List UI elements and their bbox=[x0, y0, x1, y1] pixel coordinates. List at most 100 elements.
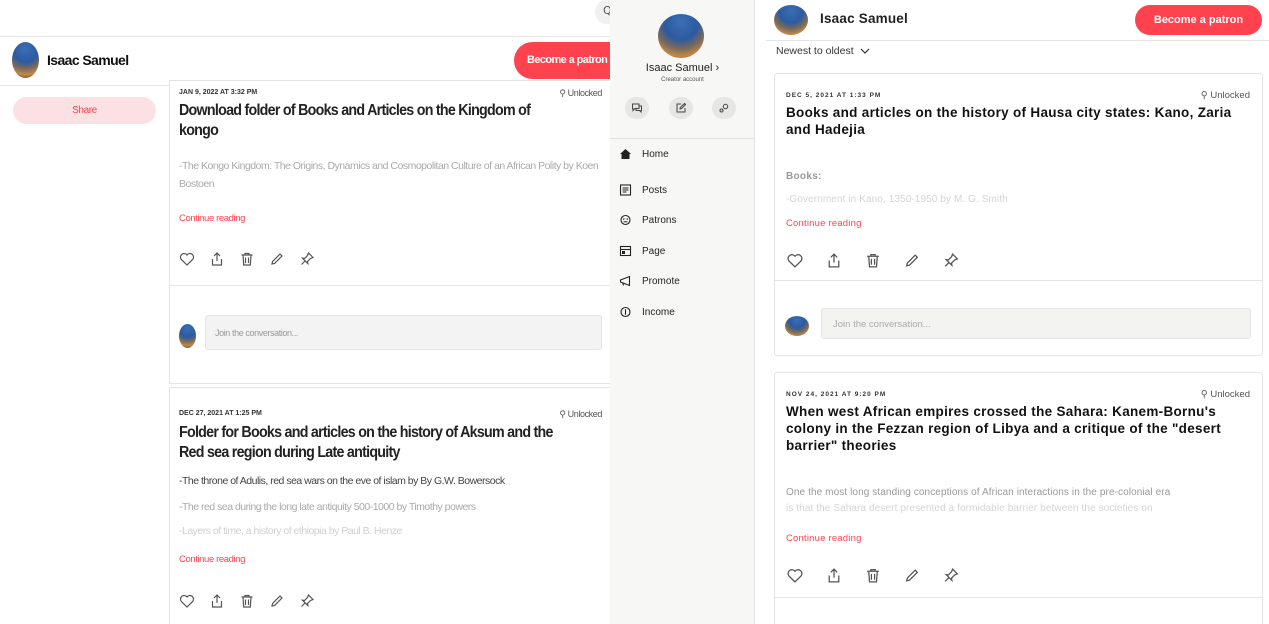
post-actions bbox=[179, 593, 315, 609]
continue-reading-link[interactable]: Continue reading bbox=[786, 218, 862, 229]
divider bbox=[775, 597, 1262, 598]
continue-reading-link[interactable]: Continue reading bbox=[786, 533, 862, 544]
post-date: NOV 24, 2021 AT 9:20 PM bbox=[786, 391, 887, 398]
creator-account-switcher[interactable]: Isaac Samuel › bbox=[610, 62, 755, 74]
like-icon[interactable] bbox=[179, 593, 195, 609]
messages-button[interactable] bbox=[625, 97, 649, 119]
nav-item-posts[interactable]: Posts bbox=[619, 184, 667, 196]
unlocked-badge: ⚲ Unlocked bbox=[1200, 389, 1250, 400]
sort-dropdown[interactable]: Newest to oldest bbox=[776, 45, 870, 57]
like-icon[interactable] bbox=[786, 567, 804, 584]
right-pane: Isaac Samuel Become a patron Newest to o… bbox=[756, 0, 1269, 624]
pin-icon[interactable] bbox=[942, 252, 960, 269]
comment-input[interactable]: Join the conversation... bbox=[821, 308, 1251, 339]
post-date: DEC 5, 2021 AT 1:33 PM bbox=[786, 92, 882, 99]
gear-icon bbox=[718, 102, 730, 114]
nav-item-patrons[interactable]: Patrons bbox=[619, 214, 676, 226]
search-button[interactable]: Q bbox=[595, 0, 610, 24]
post-actions bbox=[786, 252, 960, 269]
like-icon[interactable] bbox=[179, 251, 195, 267]
delete-icon[interactable] bbox=[864, 567, 882, 584]
pin-icon[interactable] bbox=[299, 593, 315, 609]
posts-icon bbox=[619, 184, 632, 196]
account-type-label: Creator account bbox=[661, 77, 704, 83]
divider bbox=[170, 285, 610, 286]
patrons-icon bbox=[619, 214, 632, 226]
post-excerpt: -Government in Kano, 1350-1950 by M. G. … bbox=[786, 194, 1008, 205]
share-icon[interactable] bbox=[209, 251, 225, 267]
page-icon bbox=[619, 245, 632, 257]
post-title[interactable]: When west African empires crossed the Sa… bbox=[786, 403, 1251, 454]
post-title[interactable]: Folder for Books and articles on the his… bbox=[179, 423, 561, 463]
post-title[interactable]: Books and articles on the history of Hau… bbox=[786, 104, 1251, 138]
avatar[interactable] bbox=[12, 42, 39, 78]
post-excerpt: -Layers of time, a history of ethiopia b… bbox=[179, 525, 402, 537]
divider bbox=[775, 280, 1262, 281]
nav-item-page[interactable]: Page bbox=[619, 245, 665, 257]
post-title[interactable]: Download folder of Books and Articles on… bbox=[179, 101, 561, 141]
chat-icon bbox=[631, 102, 643, 114]
share-icon[interactable] bbox=[209, 593, 225, 609]
creator-name[interactable]: Isaac Samuel bbox=[47, 52, 129, 68]
section-label: Books: bbox=[786, 171, 822, 182]
nav-item-home[interactable]: Home bbox=[619, 148, 669, 160]
delete-icon[interactable] bbox=[239, 593, 255, 609]
post-card: DEC 5, 2021 AT 1:33 PM ⚲ Unlocked Books … bbox=[774, 73, 1263, 356]
post-actions bbox=[179, 251, 315, 267]
become-patron-button[interactable]: Become a patron bbox=[1135, 5, 1262, 35]
divider bbox=[610, 138, 755, 139]
comment-avatar bbox=[785, 316, 809, 336]
share-icon[interactable] bbox=[825, 567, 843, 584]
become-patron-button[interactable]: Become a patron bbox=[514, 42, 610, 79]
nav-item-promote[interactable]: Promote bbox=[619, 275, 680, 287]
creator-name[interactable]: Isaac Samuel bbox=[820, 11, 908, 26]
post-excerpt: -The Kongo Kingdom: The Origins, Dynamic… bbox=[179, 160, 599, 190]
chevron-down-icon bbox=[860, 48, 870, 54]
share-button[interactable]: Share bbox=[13, 97, 156, 124]
unlock-icon: ⚲ bbox=[559, 88, 566, 98]
post-card: NOV 24, 2021 AT 9:20 PM ⚲ Unlocked When … bbox=[774, 372, 1263, 624]
unlocked-badge: ⚲ Unlocked bbox=[559, 88, 602, 98]
edit-icon[interactable] bbox=[903, 567, 921, 584]
post-excerpt: -The throne of Adulis, red sea wars on t… bbox=[179, 475, 505, 487]
edit-icon[interactable] bbox=[903, 252, 921, 269]
search-icon: Q bbox=[603, 4, 610, 17]
comment-avatar bbox=[179, 324, 196, 348]
left-pane: Q Isaac Samuel Become a patron Share JAN… bbox=[0, 0, 610, 624]
unlocked-badge: ⚲ Unlocked bbox=[559, 409, 602, 419]
share-icon[interactable] bbox=[825, 252, 843, 269]
chevron-right-icon: › bbox=[715, 62, 720, 74]
comment-input[interactable]: Join the conversation... bbox=[205, 315, 602, 350]
creator-sidebar: Isaac Samuel › Creator account Home Post… bbox=[610, 0, 755, 624]
unlock-icon: ⚲ bbox=[1200, 90, 1208, 101]
edit-icon[interactable] bbox=[269, 593, 285, 609]
post-excerpt: -The red sea during the long late antiqu… bbox=[179, 501, 476, 513]
post-card: JAN 9, 2022 AT 3:32 PM ⚲ Unlocked Downlo… bbox=[169, 80, 610, 384]
settings-button[interactable] bbox=[712, 97, 736, 119]
continue-reading-link[interactable]: Continue reading bbox=[179, 554, 245, 565]
continue-reading-link[interactable]: Continue reading bbox=[179, 213, 245, 224]
divider bbox=[0, 36, 610, 37]
like-icon[interactable] bbox=[786, 252, 804, 269]
delete-icon[interactable] bbox=[864, 252, 882, 269]
create-post-button[interactable] bbox=[669, 97, 693, 119]
post-actions bbox=[786, 567, 960, 584]
pin-icon[interactable] bbox=[942, 567, 960, 584]
delete-icon[interactable] bbox=[239, 251, 255, 267]
post-date: JAN 9, 2022 AT 3:32 PM bbox=[179, 89, 258, 96]
unlock-icon: ⚲ bbox=[559, 409, 566, 419]
avatar[interactable] bbox=[774, 5, 808, 35]
megaphone-icon bbox=[619, 275, 632, 287]
post-excerpt: One the most long standing conceptions o… bbox=[786, 487, 1171, 498]
compose-icon bbox=[675, 102, 687, 114]
nav-item-income[interactable]: Income bbox=[619, 306, 675, 318]
divider bbox=[766, 40, 1269, 41]
avatar[interactable] bbox=[658, 14, 704, 58]
unlock-icon: ⚲ bbox=[1200, 389, 1208, 400]
pin-icon[interactable] bbox=[299, 251, 315, 267]
home-icon bbox=[619, 148, 632, 160]
income-icon bbox=[619, 306, 632, 318]
edit-icon[interactable] bbox=[269, 251, 285, 267]
post-date: DEC 27, 2021 AT 1:25 PM bbox=[179, 410, 262, 417]
unlocked-badge: ⚲ Unlocked bbox=[1200, 90, 1250, 101]
